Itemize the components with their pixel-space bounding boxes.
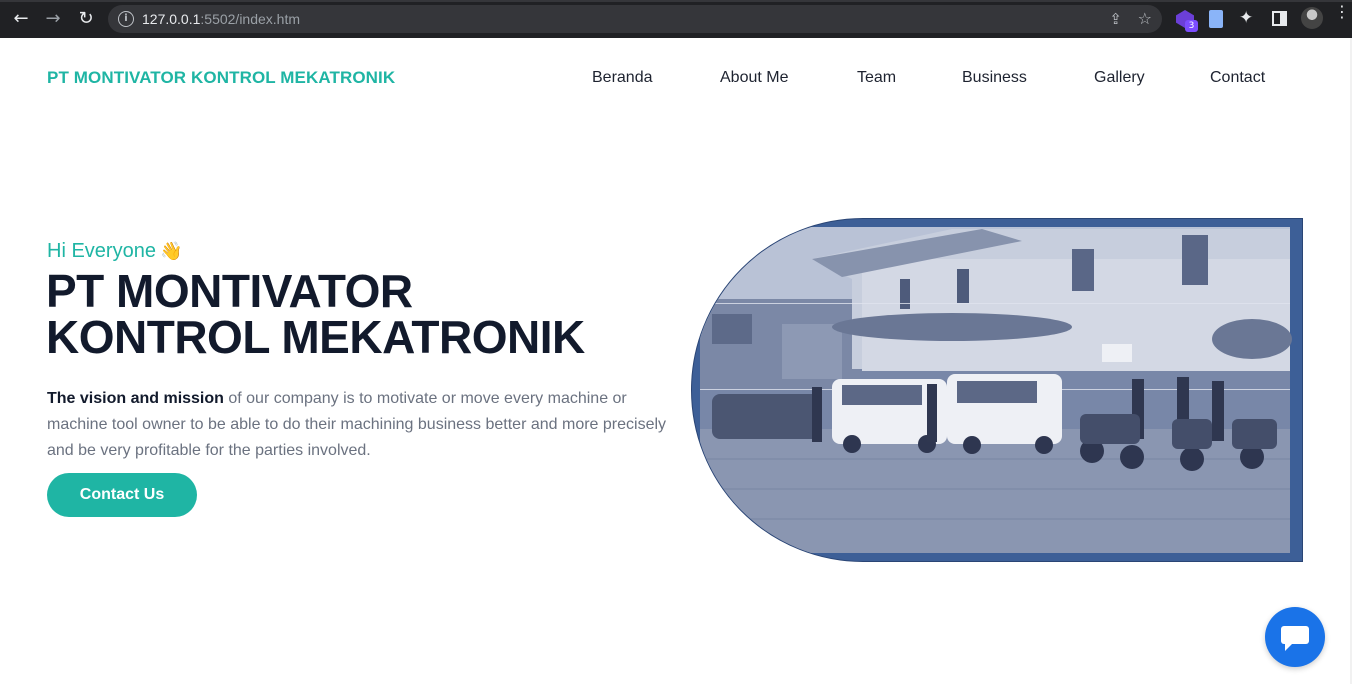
nav-link-beranda[interactable]: Beranda [592, 69, 653, 87]
nav-link-gallery[interactable]: Gallery [1094, 69, 1145, 87]
nav-link-contact[interactable]: Contact [1210, 69, 1265, 87]
tabstrip-edge [0, 0, 1352, 2]
nav-link-team[interactable]: Team [857, 69, 896, 87]
browser-toolbar: ← → ↻ i 127.0.0.1:5502/index.htm ⇪ ☆ 3 ✦… [0, 0, 1352, 38]
extension-document-icon[interactable] [1209, 10, 1223, 28]
chat-bubble-icon [1281, 626, 1309, 651]
hero-title: PT MONTIVATOR KONTROL MEKATRONIK [46, 268, 686, 360]
bookmark-star-icon[interactable]: ☆ [1138, 9, 1152, 28]
waving-hand-icon: 👋 [159, 241, 183, 262]
contact-us-button[interactable]: Contact Us [47, 473, 197, 517]
description-bold: The vision and mission [47, 390, 224, 407]
building-photo-illustration [700, 227, 1292, 553]
hero-title-line-1: PT MONTIVATOR [46, 265, 413, 317]
company-building-photo [691, 218, 1303, 562]
brand-logo-text[interactable]: PT MONTIVATOR KONTROL MEKATRONIK [47, 68, 395, 88]
url-host: 127.0.0.1 [142, 11, 201, 27]
address-url[interactable]: 127.0.0.1:5502/index.htm [142, 11, 300, 27]
profile-avatar[interactable] [1301, 7, 1323, 29]
nav-link-about-me[interactable]: About Me [720, 69, 788, 87]
browser-menu-icon[interactable]: ⋮ [1334, 4, 1350, 20]
extensions-puzzle-icon[interactable]: ✦ [1239, 9, 1257, 27]
share-icon[interactable]: ⇪ [1109, 10, 1122, 28]
site-info-icon[interactable]: i [118, 11, 134, 27]
side-panel-icon[interactable] [1272, 11, 1287, 26]
chat-widget-button[interactable] [1265, 607, 1325, 667]
reload-icon[interactable]: ↻ [75, 8, 97, 30]
hero-greeting: Hi Everyone 👋 [47, 240, 182, 263]
hero-title-line-2: KONTROL MEKATRONIK [46, 311, 585, 363]
extension-badge: 3 [1185, 20, 1198, 32]
back-arrow-icon[interactable]: ← [10, 8, 32, 30]
greeting-text: Hi Everyone [47, 240, 156, 262]
address-bar[interactable]: i 127.0.0.1:5502/index.htm ⇪ ☆ [108, 5, 1162, 33]
hero-description: The vision and mission of our company is… [47, 386, 667, 464]
nav-link-business[interactable]: Business [962, 69, 1027, 87]
url-path: :5502/index.htm [200, 11, 301, 27]
forward-arrow-icon[interactable]: → [42, 8, 64, 30]
